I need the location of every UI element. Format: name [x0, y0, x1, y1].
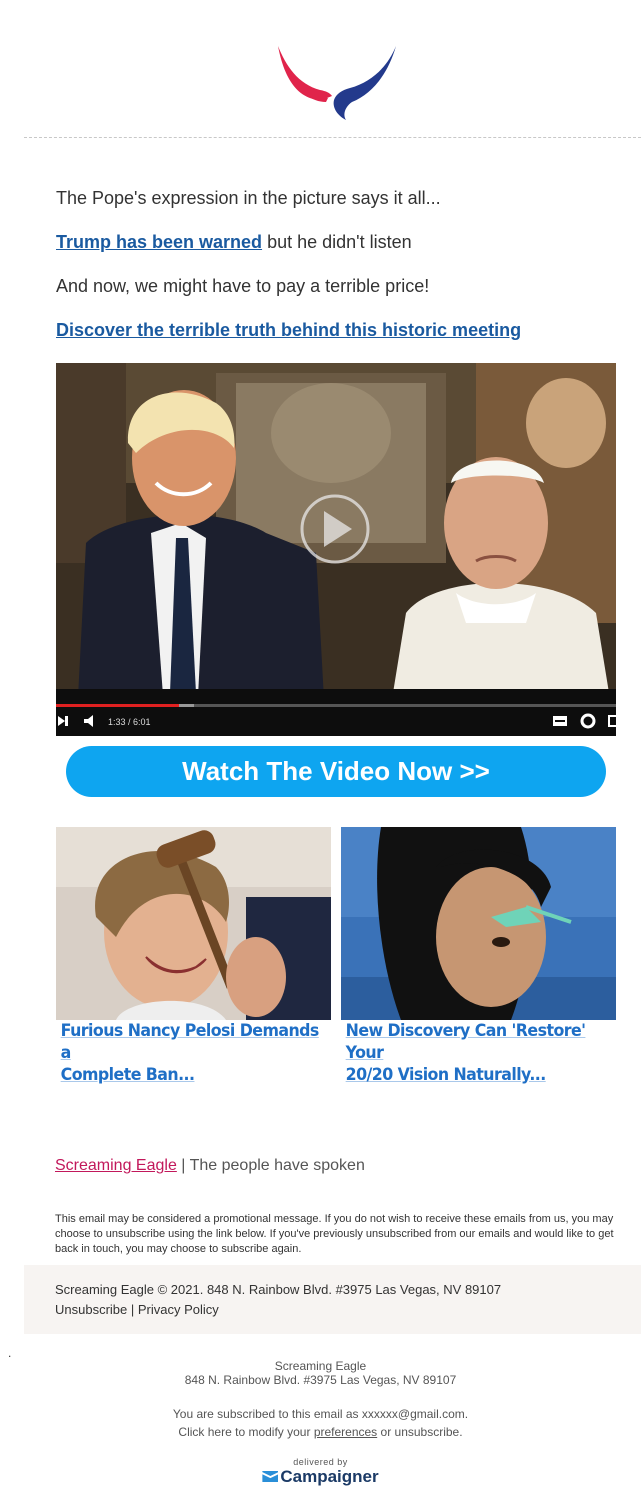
header-divider [24, 137, 641, 138]
price-text: And now, we might have to pay a terrible… [56, 276, 430, 296]
brand-line: Screaming Eagle | The people have spoken [55, 1157, 365, 1175]
promo-disclaimer: This email may be considered a promotion… [55, 1213, 614, 1255]
warned-line: Trump has been warned but he didn't list… [56, 231, 412, 253]
preferences-link[interactable]: preferences [314, 1425, 377, 1439]
trump-warned-link[interactable]: Trump has been warned [56, 232, 262, 252]
discover-line: Discover the terrible truth behind this … [56, 319, 521, 341]
brand-tagline: | The people have spoken [176, 1157, 365, 1174]
card-caption[interactable]: New Discovery Can 'Restore' Your 20/20 V… [341, 1020, 615, 1086]
footer-separator: | [127, 1302, 138, 1317]
warned-rest-text: but he didn't listen [262, 232, 412, 252]
modify-prefix: Click here to modify your [178, 1425, 314, 1439]
sender-name: Screaming Eagle [274, 1359, 367, 1373]
modify-suffix: or unsubscribe. [377, 1425, 463, 1439]
story-card-pelosi[interactable]: Furious Nancy Pelosi Demands a Complete … [56, 827, 331, 1086]
card-caption[interactable]: Furious Nancy Pelosi Demands a Complete … [56, 1020, 330, 1086]
intro-text: The Pope's expression in the picture say… [56, 188, 441, 208]
card-caption-line1: New Discovery Can 'Restore' Your [345, 1021, 586, 1063]
screaming-eagle-link[interactable]: Screaming Eagle [55, 1157, 177, 1174]
campaigner-text: Campaigner [280, 1467, 379, 1486]
footer-links: Unsubscribe | Privacy Policy [55, 1302, 219, 1317]
video-progress-bar [56, 704, 179, 707]
unsubscribe-link[interactable]: Unsubscribe [55, 1302, 127, 1317]
discover-truth-link[interactable]: Discover the terrible truth behind this … [56, 320, 521, 340]
delivered-by-text: delivered by [293, 1457, 348, 1467]
modify-line: Click here to modify your preferences or… [0, 1425, 641, 1439]
watch-video-button[interactable]: Watch The Video Now >> [66, 746, 606, 797]
subscribed-text: You are subscribed to this email as xxxx… [172, 1407, 469, 1421]
footer-box: Screaming Eagle © 2021. 848 N. Rainbow B… [24, 1265, 641, 1334]
campaigner-logo[interactable]: Campaigner [0, 1467, 641, 1487]
video-time: 1:33 / 6:01 [108, 717, 151, 727]
stray-dot: . [8, 1346, 12, 1360]
pelosi-image [56, 827, 331, 1020]
privacy-policy-link[interactable]: Privacy Policy [138, 1302, 219, 1317]
card-caption-line1: Furious Nancy Pelosi Demands a [60, 1021, 320, 1063]
vision-image [341, 827, 616, 1020]
story-card-vision[interactable]: New Discovery Can 'Restore' Your 20/20 V… [341, 827, 616, 1086]
card-caption-line2: Complete Ban... [60, 1065, 195, 1085]
sender-address: 848 N. Rainbow Blvd. #3975 Las Vegas, NV… [184, 1373, 457, 1387]
copyright-text: Screaming Eagle © 2021. 848 N. Rainbow B… [55, 1282, 502, 1297]
envelope-icon [262, 1471, 279, 1482]
eagle-logo-icon [278, 46, 396, 120]
card-caption-line2: 20/20 Vision Naturally... [345, 1065, 547, 1085]
video-thumbnail[interactable]: 1:33 / 6:01 [56, 363, 616, 736]
